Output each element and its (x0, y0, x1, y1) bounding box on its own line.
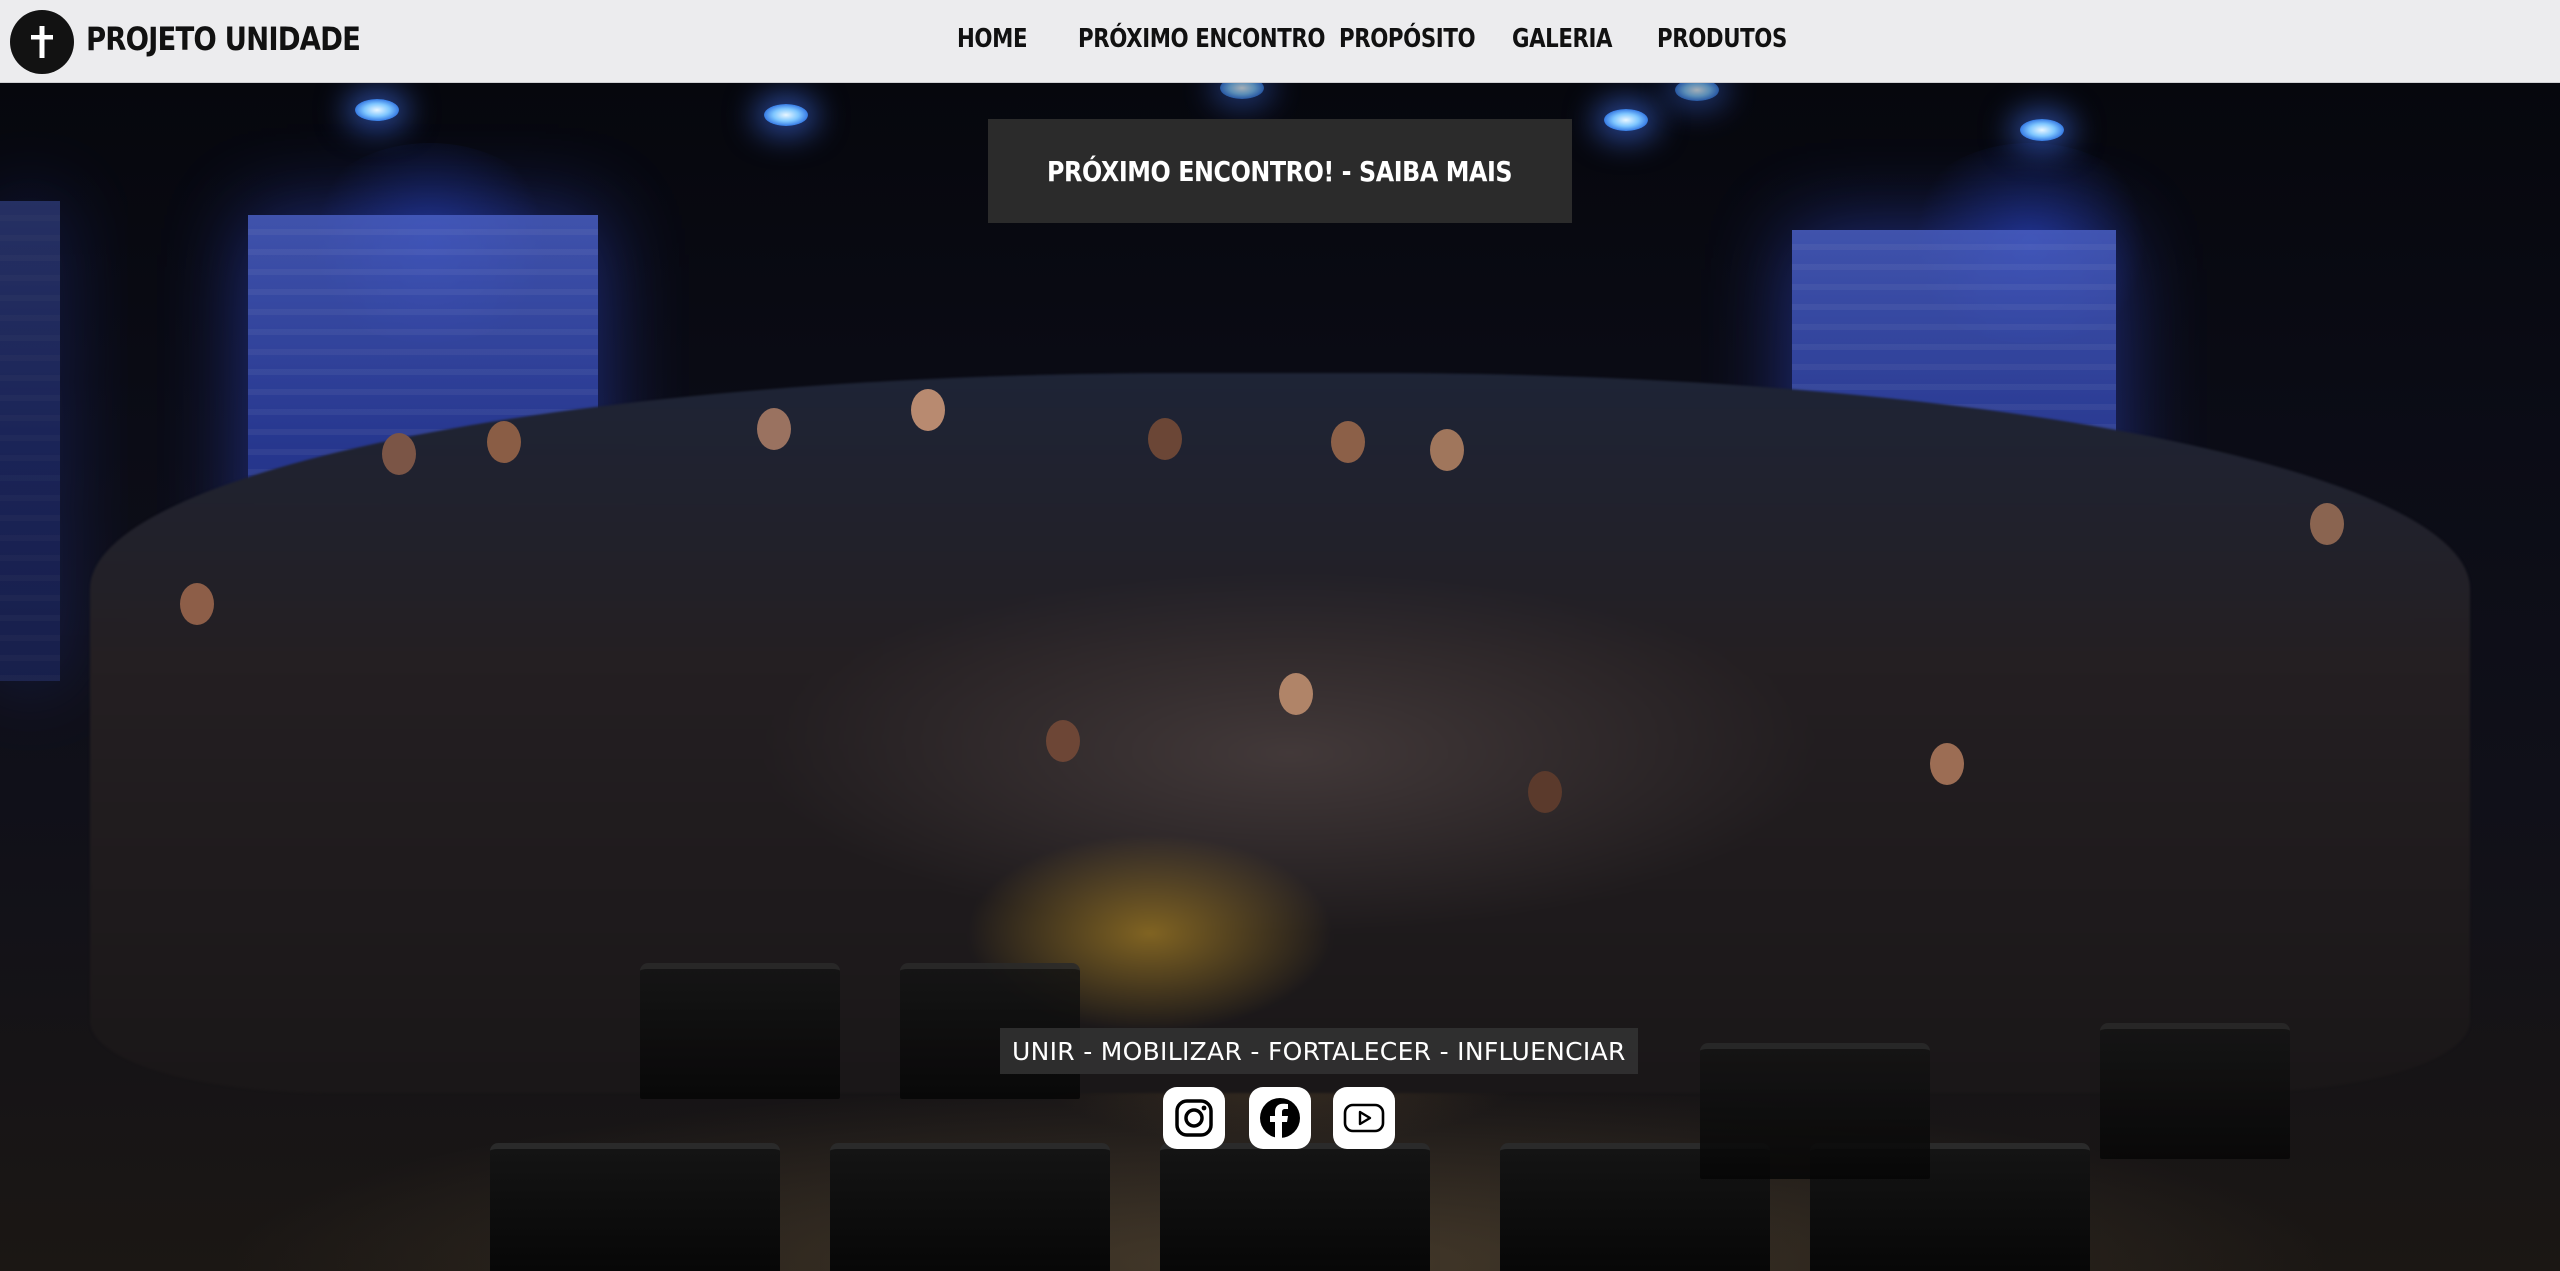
person-head (1331, 421, 1365, 463)
person-head (1148, 418, 1182, 460)
chair (2100, 1023, 2290, 1159)
stage-spotlight (1604, 109, 1648, 131)
next-meeting-button-label: PRÓXIMO ENCONTRO! - SAIBA MAIS (1047, 154, 1513, 188)
person-head (911, 389, 945, 431)
nav-home[interactable]: HOME (957, 24, 1028, 54)
person-head (757, 408, 791, 450)
next-meeting-button[interactable]: PRÓXIMO ENCONTRO! - SAIBA MAIS (988, 119, 1572, 223)
chair (490, 1143, 780, 1271)
main-nav: HOME PRÓXIMO ENCONTRO PROPÓSITO GALERIA … (0, 24, 2560, 60)
facebook-icon (1260, 1098, 1300, 1138)
youtube-icon (1343, 1103, 1385, 1133)
person-head (1046, 720, 1080, 762)
stage-spotlight (355, 99, 399, 121)
person-head (1430, 429, 1464, 471)
group-of-people (90, 373, 2470, 1093)
nav-proposito[interactable]: PROPÓSITO (1339, 24, 1476, 54)
nav-proximo-encontro[interactable]: PRÓXIMO ENCONTRO (1078, 24, 1325, 54)
stage-spotlight (1675, 83, 1719, 101)
instagram-link[interactable] (1163, 1087, 1225, 1149)
tagline-box: UNIR - MOBILIZAR - FORTALECER - INFLUENC… (1000, 1028, 1638, 1074)
nav-galeria[interactable]: GALERIA (1512, 24, 1613, 54)
person-head (1930, 743, 1964, 785)
person-head (487, 421, 521, 463)
instagram-icon (1175, 1099, 1213, 1137)
stage-spotlight (2020, 119, 2064, 141)
person-head (382, 433, 416, 475)
chair (830, 1143, 1110, 1271)
stage-spotlight (1220, 83, 1264, 99)
person-head (180, 583, 214, 625)
stage-panel-edge (0, 201, 60, 681)
site-header: PROJETO UNIDADE HOME PRÓXIMO ENCONTRO PR… (0, 0, 2560, 83)
person-head (2310, 503, 2344, 545)
chair (640, 963, 840, 1099)
chair (1700, 1043, 1930, 1179)
person-head (1528, 771, 1562, 813)
nav-produtos[interactable]: PRODUTOS (1657, 24, 1787, 54)
youtube-link[interactable] (1333, 1087, 1395, 1149)
chair (1160, 1143, 1430, 1271)
person-head (1279, 673, 1313, 715)
tagline-text: UNIR - MOBILIZAR - FORTALECER - INFLUENC… (1012, 1036, 1626, 1066)
stage-spotlight (764, 104, 808, 126)
facebook-link[interactable] (1249, 1087, 1311, 1149)
